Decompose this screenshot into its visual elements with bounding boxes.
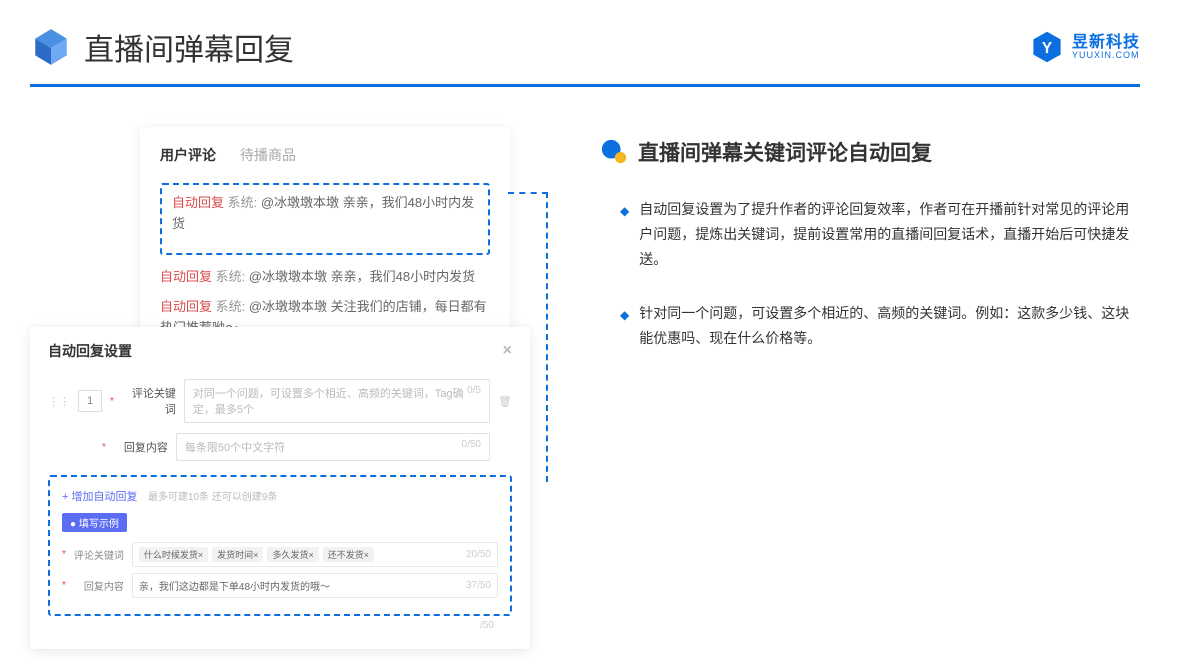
comment-row: 自动回复 系统: @冰墩墩本墩 亲亲，我们48小时内发货 bbox=[160, 267, 490, 288]
chat-bubble-icon bbox=[600, 138, 628, 166]
brand-name: 昱新科技 bbox=[1072, 35, 1140, 51]
row-number: 1 bbox=[78, 390, 102, 412]
diamond-icon: ◆ bbox=[620, 201, 629, 273]
close-icon[interactable]: × bbox=[503, 342, 512, 360]
settings-card: 自动回复设置 × ⋮⋮ 1 * 评论关键词 对同一个问题，可设置多个相近、高频的… bbox=[30, 327, 530, 649]
section-title: 直播间弹幕关键词评论自动回复 bbox=[638, 137, 932, 167]
brand-url: YUUXIN.COM bbox=[1072, 51, 1140, 60]
drag-handle-icon[interactable]: ⋮⋮ bbox=[48, 395, 70, 408]
example-box: + 增加自动回复 最多可建10条 还可以创建9条 ● 填写示例 * 评论关键词 … bbox=[48, 475, 512, 616]
reply-label: 回复内容 bbox=[114, 439, 168, 455]
description-column: 直播间弹幕关键词评论自动回复 ◆ 自动回复设置为了提升作者的评论回复效率，作者可… bbox=[550, 117, 1140, 379]
settings-title: 自动回复设置 bbox=[48, 341, 132, 361]
trash-icon[interactable]: 🗑 bbox=[498, 395, 512, 408]
keyword-label: 评论关键词 bbox=[122, 385, 176, 417]
add-auto-reply-link[interactable]: + 增加自动回复 bbox=[62, 491, 137, 503]
brand-logo-icon: Y bbox=[1030, 30, 1064, 64]
bullet-list: ◆ 自动回复设置为了提升作者的评论回复效率，作者可在开播前针对常见的评论用户问题… bbox=[600, 197, 1140, 351]
brand: Y 昱新科技 YUUXIN.COM bbox=[1030, 30, 1140, 64]
below-count: /50 bbox=[48, 620, 512, 631]
add-hint: 最多可建10条 还可以创建9条 bbox=[148, 492, 277, 503]
ex-reply-label: 回复内容 bbox=[74, 578, 124, 593]
ex-keyword-label: 评论关键词 bbox=[74, 547, 124, 562]
tab-user-comments[interactable]: 用户评论 bbox=[160, 145, 216, 165]
page-title: 直播间弹幕回复 bbox=[84, 25, 294, 69]
highlighted-comment: 自动回复 系统: @冰墩墩本墩 亲亲，我们48小时内发货 bbox=[160, 183, 490, 255]
bullet-item: ◆ 自动回复设置为了提升作者的评论回复效率，作者可在开播前针对常见的评论用户问题… bbox=[620, 197, 1140, 273]
keyword-input[interactable]: 对同一个问题，可设置多个相近、高频的关键词，Tag确定，最多5个 0/5 bbox=[184, 379, 490, 423]
bullet-item: ◆ 针对同一个问题，可设置多个相近的、高频的关键词。例如：这款多少钱、这块能优惠… bbox=[620, 301, 1140, 351]
ex-reply-input[interactable]: 亲，我们这边都是下单48小时内发货的哦～ 37/50 bbox=[132, 573, 498, 598]
ex-keyword-input[interactable]: 什么时候发货× 发货时间× 多久发货× 还不发货× 20/50 bbox=[132, 542, 498, 567]
example-badge: ● 填写示例 bbox=[62, 513, 127, 532]
cube-icon bbox=[30, 26, 72, 68]
diamond-icon: ◆ bbox=[620, 305, 629, 351]
reply-input[interactable]: 每条限50个中文字符 0/50 bbox=[176, 433, 490, 461]
svg-text:Y: Y bbox=[1042, 40, 1052, 57]
page-header: 直播间弹幕回复 Y 昱新科技 YUUXIN.COM bbox=[0, 0, 1180, 84]
auto-reply-tag: 自动回复 bbox=[172, 195, 224, 210]
screenshots-column: 用户评论 待播商品 自动回复 系统: @冰墩墩本墩 亲亲，我们48小时内发货 自… bbox=[30, 117, 510, 379]
tab-pending-products[interactable]: 待播商品 bbox=[240, 145, 296, 165]
